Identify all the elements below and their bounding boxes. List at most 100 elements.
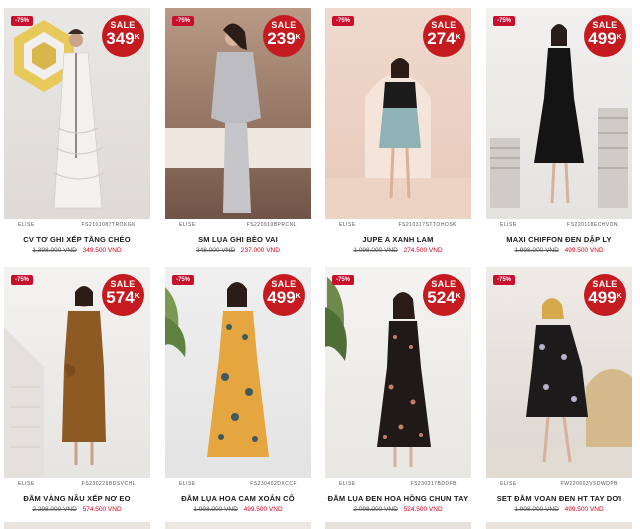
sale-price: 239K (263, 30, 305, 47)
old-price: 1.398.000 VND (32, 247, 77, 254)
sale-badge: SALE 499K (584, 15, 626, 57)
sale-price-unit: K (455, 34, 461, 41)
discount-tag: -75% (332, 16, 355, 26)
sale-price-value: 499 (588, 29, 617, 48)
sale-price-value: 274 (427, 29, 456, 48)
product-image[interactable]: ELISE FS210317STTOHOSK -75% SALE 274K (325, 8, 471, 230)
old-price: 2.098.000 VND (353, 506, 398, 513)
old-price: 1.998.000 VND (193, 506, 238, 513)
sale-price: 499K (584, 30, 626, 47)
discount-tag: -75% (172, 275, 195, 285)
brand-strip: ELISE FS2101087TROKGK (4, 219, 150, 230)
new-price: 349.500 VND (82, 247, 122, 254)
sale-price-value: 239 (267, 29, 296, 48)
sale-price: 274K (423, 30, 465, 47)
sale-price: 499K (263, 289, 305, 306)
product-image[interactable]: ELISE FS230226BDSVCHL -75% SALE 574K (4, 267, 150, 489)
discount-tag: -75% (11, 275, 34, 285)
old-price: 1.998.000 VND (514, 506, 559, 513)
discount-tag: -75% (493, 16, 516, 26)
sale-badge: SALE 274K (423, 15, 465, 57)
sale-price-unit: K (455, 293, 461, 300)
product-image[interactable]: ELISE FS230402DXCCF -75% SALE 499K (165, 267, 311, 489)
product-name[interactable]: ĐẦM LỤA ĐEN HOA HỒNG CHUN TAY (325, 494, 471, 503)
brand-strip: ELISE FW220603VSDWDPB (486, 478, 632, 489)
product-name[interactable]: ĐẦM VÀNG NÂU XẾP NƠ EO (4, 494, 150, 503)
old-price: 1.998.000 VND (514, 247, 559, 254)
product-prices: 2.098.000 VND 524.500 VND (325, 506, 471, 513)
new-price: 237.000 VND (240, 247, 280, 254)
product-image[interactable]: ELISE FS2101087TROKGK -75% SALE 349K (4, 8, 150, 230)
product-name[interactable]: SET ĐẦM VOAN ĐEN HT TAY DƠI (486, 494, 632, 503)
product-card-partial[interactable] (165, 522, 311, 529)
brand-strip: ELISE FS230226BDSVCHL (4, 478, 150, 489)
discount-tag: -75% (332, 275, 355, 285)
brand-strip: ELISE FS230402DXCCF (165, 478, 311, 489)
sale-price-value: 499 (267, 288, 296, 307)
product-prices: 2.298.000 VND 574.500 VND (4, 506, 150, 513)
product-sku: FS220118ECHVDN (567, 221, 618, 228)
new-price: 274.500 VND (403, 247, 443, 254)
product-card-partial[interactable] (486, 522, 632, 529)
product-sku: FS2101087TROKGK (81, 221, 136, 228)
discount-tag: -75% (493, 275, 516, 285)
brand-logo: ELISE (500, 480, 517, 487)
product-sku: FS230217BDDFB (410, 480, 457, 487)
product-image[interactable]: ELISE FS230217BDDFB -75% SALE 524K (325, 267, 471, 489)
product-card-partial[interactable] (4, 522, 150, 529)
product-prices: 1.398.000 VND 349.500 VND (4, 247, 150, 254)
brand-logo: ELISE (179, 480, 196, 487)
product-name[interactable]: MAXI CHIFFON ĐEN DẬP LY (486, 235, 632, 244)
sale-badge: SALE 499K (584, 274, 626, 316)
product-image[interactable]: ELISE FS220919BPRCNL -75% SALE 239K (165, 8, 311, 230)
sale-price-value: 574 (106, 288, 135, 307)
new-price: 574.500 VND (82, 506, 122, 513)
sale-badge: SALE 349K (102, 15, 144, 57)
sale-price: 349K (102, 30, 144, 47)
discount-tag: -75% (11, 16, 34, 26)
sale-price-unit: K (134, 293, 140, 300)
sale-badge: SALE 499K (263, 274, 305, 316)
product-sku: FS210317STTOHOSK (398, 221, 457, 228)
product-image[interactable]: ELISE FS220118ECHVDN -75% SALE 499K (486, 8, 632, 230)
sale-price-unit: K (134, 34, 140, 41)
brand-logo: ELISE (179, 221, 196, 228)
product-image[interactable]: ELISE FW220603VSDWDPB -75% SALE 499K (486, 267, 632, 489)
product-prices: 348.000 VND 237.000 VND (165, 247, 311, 254)
product-prices: 1.998.000 VND 499.500 VND (165, 506, 311, 513)
sale-price: 574K (102, 289, 144, 306)
old-price: 348.000 VND (196, 247, 236, 254)
sale-price-unit: K (616, 34, 622, 41)
discount-tag: -75% (172, 16, 195, 26)
new-price: 524.500 VND (403, 506, 443, 513)
product-name[interactable]: ĐẦM LỤA HOA CAM XOẮN CỔ (165, 494, 311, 503)
brand-logo: ELISE (18, 221, 35, 228)
brand-strip: ELISE FS220919BPRCNL (165, 219, 311, 230)
product-sku: FS230402DXCCF (250, 480, 297, 487)
brand-logo: ELISE (339, 221, 356, 228)
sale-price-unit: K (295, 293, 301, 300)
product-name[interactable]: JUPE A XANH LAM (325, 235, 471, 244)
sale-badge: SALE 524K (423, 274, 465, 316)
product-name[interactable]: CV TƠ GHI XẾP TẦNG CHÉO (4, 235, 150, 244)
sale-price: 499K (584, 289, 626, 306)
brand-strip: ELISE FS210317STTOHOSK (325, 219, 471, 230)
sale-price-value: 524 (427, 288, 456, 307)
product-prices: 1.098.000 VND 274.500 VND (325, 247, 471, 254)
sale-price-unit: K (616, 293, 622, 300)
sale-badge: SALE 239K (263, 15, 305, 57)
new-price: 499.500 VND (564, 247, 604, 254)
product-sku: FS230226BDSVCHL (81, 480, 136, 487)
brand-strip: ELISE FS230217BDDFB (325, 478, 471, 489)
sale-price: 524K (423, 289, 465, 306)
product-prices: 1.998.000 VND 499.500 VND (486, 506, 632, 513)
new-price: 499.500 VND (564, 506, 604, 513)
product-name[interactable]: SM LỤA GHI BÈO VAI (165, 235, 311, 244)
brand-logo: ELISE (500, 221, 517, 228)
new-price: 499.500 VND (243, 506, 283, 513)
brand-logo: ELISE (339, 480, 356, 487)
product-card-partial[interactable] (325, 522, 471, 529)
sale-price-unit: K (295, 34, 301, 41)
product-sku: FW220603VSDWDPB (560, 480, 618, 487)
old-price: 1.098.000 VND (353, 247, 398, 254)
